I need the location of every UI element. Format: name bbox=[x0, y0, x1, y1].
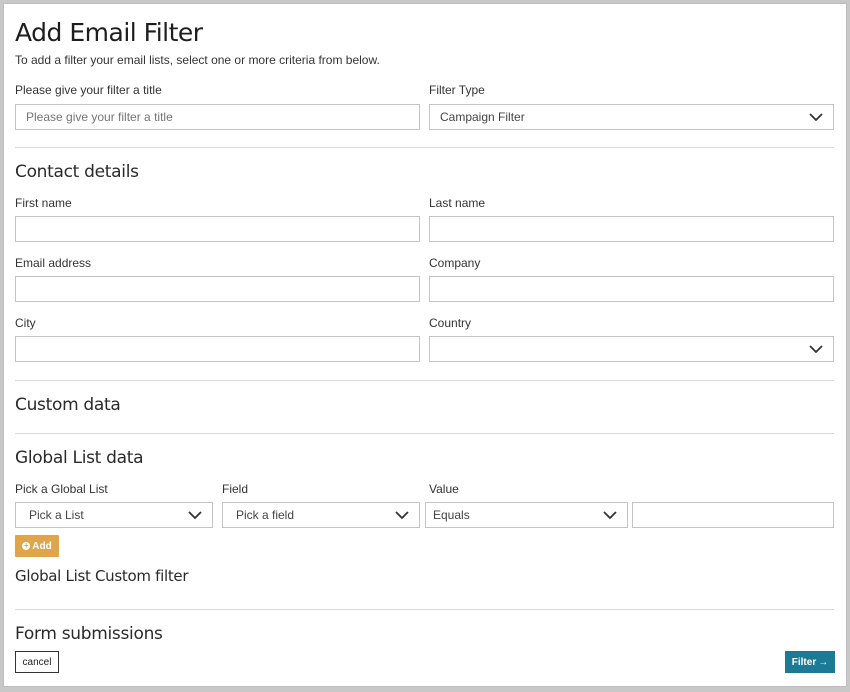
filter-title-label: Please give your filter a title bbox=[15, 83, 162, 97]
divider bbox=[15, 433, 834, 434]
city-label: City bbox=[15, 316, 36, 330]
filter-button[interactable]: Filter → bbox=[785, 651, 835, 673]
filter-type-label: Filter Type bbox=[429, 83, 485, 97]
email-field[interactable] bbox=[15, 276, 420, 302]
cancel-button[interactable]: cancel bbox=[15, 651, 59, 673]
add-button[interactable]: + Add bbox=[15, 535, 59, 557]
divider bbox=[15, 609, 834, 610]
value-label: Value bbox=[429, 482, 459, 496]
first-name-label: First name bbox=[15, 196, 72, 210]
field-select[interactable]: Pick a field bbox=[222, 502, 420, 528]
chevron-down-icon bbox=[809, 112, 823, 122]
email-label: Email address bbox=[15, 256, 92, 270]
email-filter-form: Add Email Filter To add a filter your em… bbox=[3, 3, 847, 687]
filter-title-input[interactable] bbox=[15, 104, 420, 130]
plus-circle-icon: + bbox=[22, 541, 31, 550]
chevron-down-icon bbox=[603, 510, 617, 520]
custom-data-heading: Custom data bbox=[15, 395, 121, 415]
field-value: Pick a field bbox=[236, 508, 295, 522]
filter-type-value: Campaign Filter bbox=[440, 110, 525, 124]
field-label: Field bbox=[222, 482, 249, 496]
operator-value: Equals bbox=[433, 508, 470, 522]
first-name-field[interactable] bbox=[15, 216, 420, 242]
country-label: Country bbox=[429, 316, 472, 330]
global-list-value: Pick a List bbox=[29, 508, 84, 522]
global-list-select[interactable]: Pick a List bbox=[15, 502, 213, 528]
page-subtitle: To add a filter your email lists, select… bbox=[15, 53, 380, 67]
add-button-label: Add bbox=[32, 540, 52, 552]
global-list-custom-filter-label: Global List Custom filter bbox=[15, 567, 189, 585]
chevron-down-icon bbox=[188, 510, 202, 520]
divider bbox=[15, 147, 834, 148]
company-field[interactable] bbox=[429, 276, 834, 302]
form-submissions-heading: Form submissions bbox=[15, 624, 163, 644]
chevron-down-icon bbox=[395, 510, 409, 520]
filter-type-select[interactable]: Campaign Filter bbox=[429, 104, 834, 130]
contact-details-heading: Contact details bbox=[15, 162, 139, 182]
operator-select[interactable]: Equals bbox=[425, 502, 628, 528]
global-list-label: Pick a Global List bbox=[15, 482, 108, 496]
chevron-down-icon bbox=[809, 344, 823, 354]
country-select[interactable] bbox=[429, 336, 834, 362]
global-list-heading: Global List data bbox=[15, 448, 144, 468]
last-name-label: Last name bbox=[429, 196, 486, 210]
page-title: Add Email Filter bbox=[15, 18, 203, 47]
city-field[interactable] bbox=[15, 336, 420, 362]
filter-button-label: Filter bbox=[791, 656, 817, 668]
last-name-field[interactable] bbox=[429, 216, 834, 242]
company-label: Company bbox=[429, 256, 481, 270]
divider bbox=[15, 380, 834, 381]
arrow-right-icon: → bbox=[818, 656, 829, 668]
value-input[interactable] bbox=[632, 502, 834, 528]
